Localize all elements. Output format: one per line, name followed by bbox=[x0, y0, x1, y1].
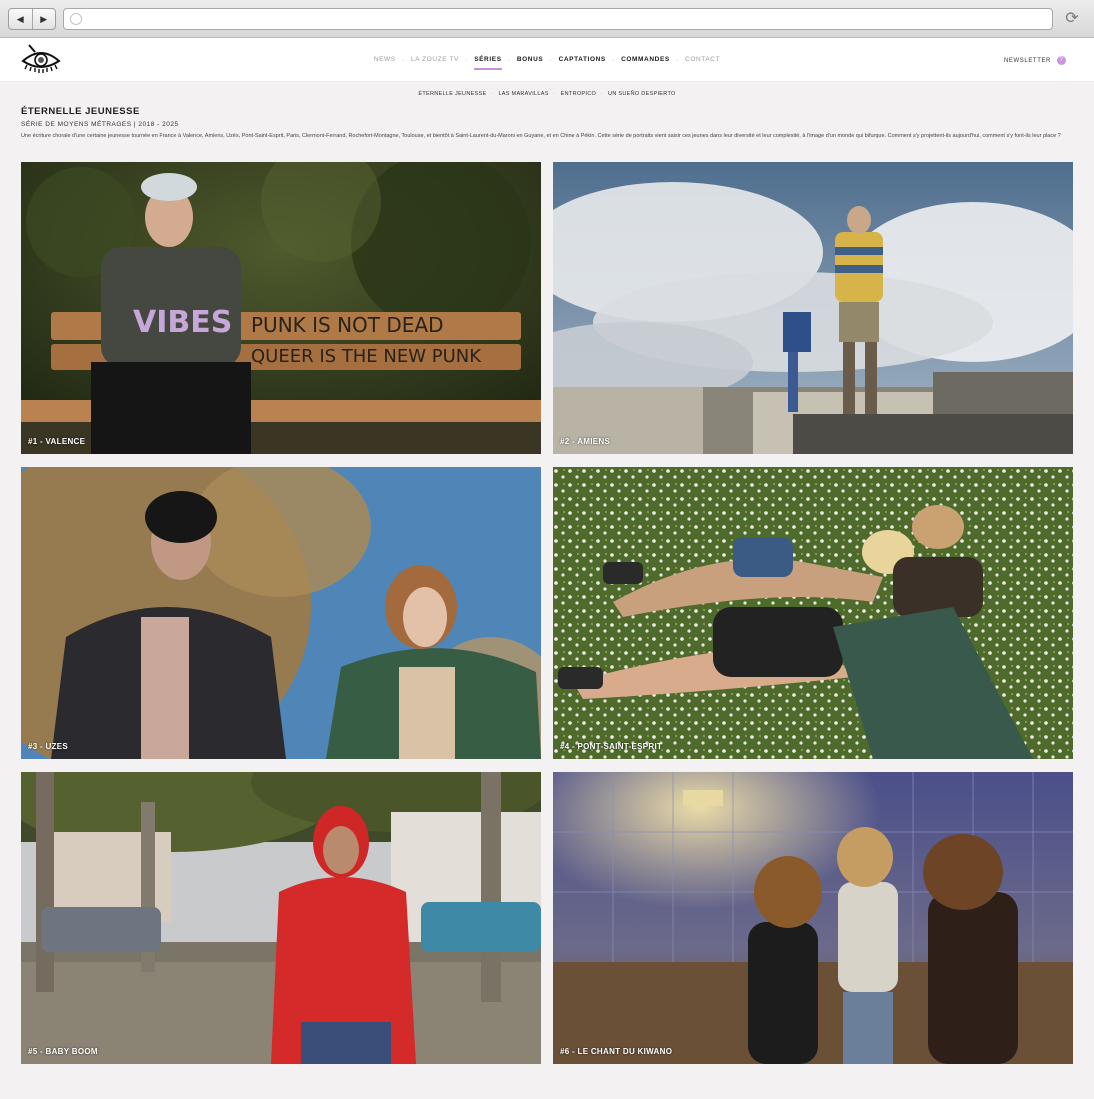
episode-caption: #5 - BABY BOOM bbox=[28, 1047, 98, 1056]
episode-caption: #2 - AMIENS bbox=[560, 437, 611, 446]
episode-thumbnail-amiens bbox=[553, 162, 1073, 454]
episode-thumbnail-valence: PUNK IS NOT DEAD QUEER IS THE NEW PUNK V… bbox=[21, 162, 541, 454]
episode-card-pont-saint-esprit[interactable]: #4 - PONT-SAINT-ESPRIT bbox=[553, 467, 1073, 759]
page-subtitle: SÉRIE DE MOYENS MÉTRAGES | 2018 - 2025 bbox=[21, 121, 179, 128]
episode-card-uzes[interactable]: #3 - UZES bbox=[21, 467, 541, 759]
nav-separator: . bbox=[508, 56, 511, 63]
episode-card-valence[interactable]: PUNK IS NOT DEAD QUEER IS THE NEW PUNK V… bbox=[21, 162, 541, 454]
subnav-item-eternelle-jeunesse[interactable]: ÉTERNELLE JEUNESSE bbox=[414, 91, 490, 97]
subnav-item-entropico[interactable]: ENTROPICO bbox=[557, 91, 600, 97]
site-header: NEWS . LA ZOUZE TV . SÉRIES . BONUS . CA… bbox=[0, 38, 1094, 82]
episode-card-le-chant-du-kiwano[interactable]: #6 - LE CHANT DU KIWANO bbox=[553, 772, 1073, 1064]
browser-toolbar: ◀ ▶ ⟳ bbox=[0, 0, 1094, 38]
nav-separator: . bbox=[612, 56, 615, 63]
nav-separator: . bbox=[402, 56, 405, 63]
episode-thumbnail-pont-saint-esprit bbox=[553, 467, 1073, 759]
episode-caption: #4 - PONT-SAINT-ESPRIT bbox=[560, 742, 663, 751]
bench-graffiti-1: PUNK IS NOT DEAD bbox=[251, 313, 443, 337]
episode-caption: #1 - VALENCE bbox=[28, 437, 86, 446]
episode-caption: #6 - LE CHANT DU KIWANO bbox=[560, 1047, 673, 1056]
reload-icon[interactable]: ⟳ bbox=[1061, 9, 1083, 31]
nav-la-zouze-tv[interactable]: LA ZOUZE TV bbox=[408, 56, 462, 63]
subnav-item-las-maravillas[interactable]: LAS MARAVILLAS bbox=[494, 91, 552, 97]
nav-separator: . bbox=[549, 56, 553, 63]
forward-icon[interactable]: ▶ bbox=[31, 9, 56, 29]
subnav-separator: · bbox=[490, 91, 493, 97]
episode-thumbnail-uzes bbox=[21, 467, 541, 759]
nav-news[interactable]: NEWS bbox=[371, 56, 399, 63]
back-icon[interactable]: ◀ bbox=[9, 9, 32, 29]
loading-spinner-icon bbox=[70, 13, 82, 25]
nav-commandes[interactable]: COMMANDES bbox=[618, 56, 673, 63]
page-description: Une écriture chorale d'une certaine jeun… bbox=[21, 133, 1061, 139]
main-navigation: NEWS . LA ZOUZE TV . SÉRIES . BONUS . CA… bbox=[0, 56, 1094, 70]
newsletter-label: NEWSLETTER bbox=[1003, 57, 1051, 64]
series-subnav: ÉTERNELLE JEUNESSE · LAS MARAVILLAS · ENTR… bbox=[0, 91, 1094, 97]
subnav-separator: · bbox=[600, 91, 603, 97]
subnav-item-un-sueno-despierto[interactable]: UN SUEÑO DESPIERTO bbox=[604, 91, 680, 97]
nav-captations[interactable]: CAPTATIONS bbox=[556, 56, 609, 63]
nav-separator: . bbox=[465, 56, 468, 63]
episode-card-baby-boom[interactable]: #5 - BABY BOOM bbox=[21, 772, 541, 1064]
shirt-print-text: VIBES bbox=[133, 305, 232, 340]
episode-thumbnail-le-chant-du-kiwano bbox=[553, 772, 1073, 1064]
episode-caption: #3 - UZES bbox=[28, 742, 69, 751]
browser-nav-buttons: ◀ ▶ bbox=[8, 8, 56, 30]
subnav-separator: · bbox=[552, 91, 555, 97]
page-title: ÉTERNELLE JEUNESSE bbox=[21, 106, 140, 117]
bench-graffiti-2: QUEER IS THE NEW PUNK bbox=[251, 346, 482, 367]
nav-bonus[interactable]: BONUS bbox=[514, 56, 546, 63]
episode-card-amiens[interactable]: #2 - AMIENS bbox=[553, 162, 1073, 454]
nav-contact[interactable]: CONTACT bbox=[682, 56, 723, 63]
address-bar[interactable] bbox=[63, 8, 1053, 30]
newsletter-link[interactable]: NEWSLETTER ? bbox=[1004, 56, 1066, 65]
episode-thumbnail-baby-boom bbox=[21, 772, 541, 1064]
newsletter-badge-icon: ? bbox=[1057, 56, 1066, 65]
nav-separator: . bbox=[676, 56, 679, 63]
nav-series[interactable]: SÉRIES bbox=[471, 56, 504, 70]
